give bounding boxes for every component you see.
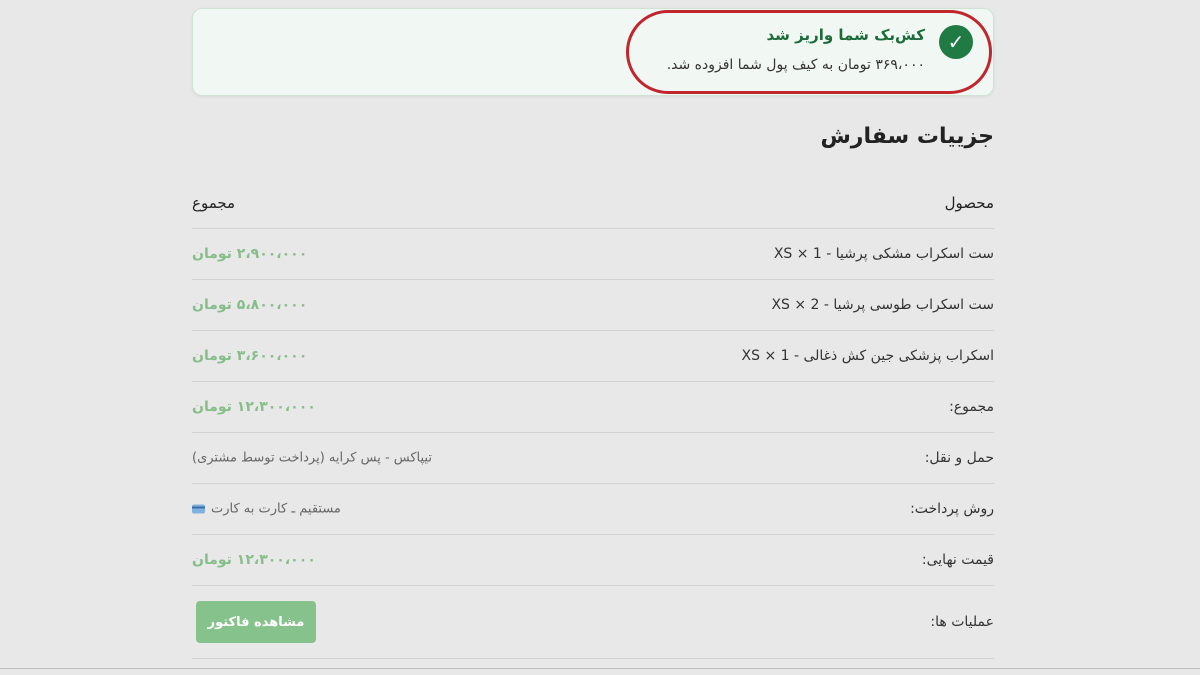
notice-highlight-ring: [626, 10, 992, 94]
final-price-value: ۱۲،۳۰۰،۰۰۰ تومان: [192, 552, 316, 568]
final-price-label: قیمت نهایی:: [921, 552, 994, 568]
subtotal-value: ۱۲،۳۰۰،۰۰۰ تومان: [192, 399, 316, 415]
product-name: ست اسکراب طوسی پرشیا - XS × 2: [771, 297, 994, 313]
payment-method-text: مستقیم ـ کارت به کارت: [211, 501, 341, 517]
notice-title: کش‌بک شما واریز شد: [766, 26, 925, 44]
payment-row: روش پرداخت: مستقیم ـ کارت به کارت: [192, 484, 994, 535]
table-row: ست اسکراب طوسی پرشیا - XS × 2 ۵،۸۰۰،۰۰۰ …: [192, 280, 994, 331]
view-invoice-button[interactable]: مشاهده فاکتور: [196, 601, 316, 643]
subtotal-label: مجموع:: [949, 399, 994, 415]
notice-message: ۳۶۹،۰۰۰ تومان به کیف پول شما افزوده شد.: [666, 57, 925, 73]
table-row: اسکراب پزشکی جین کش ذغالی - XS × 1 ۳،۶۰۰…: [192, 331, 994, 382]
header-total: مجموع: [192, 193, 236, 212]
shipping-row: حمل و نقل: تیپاکس - پس کرایه (پرداخت توس…: [192, 433, 994, 484]
table-row: ست اسکراب مشکی پرشیا - XS × 1 ۲،۹۰۰،۰۰۰ …: [192, 229, 994, 280]
actions-row: عملیات ها: مشاهده فاکتور: [192, 586, 994, 659]
actions-label: عملیات ها:: [930, 614, 994, 630]
subtotal-row: مجموع: ۱۲،۳۰۰،۰۰۰ تومان: [192, 382, 994, 433]
product-price: ۵،۸۰۰،۰۰۰ تومان: [192, 297, 308, 313]
product-name: ست اسکراب مشکی پرشیا - XS × 1: [773, 246, 994, 262]
shipping-label: حمل و نقل:: [924, 450, 994, 466]
check-icon: ✓: [939, 25, 973, 59]
header-product: محصول: [944, 193, 994, 212]
page-title: جزییات سفارش: [820, 124, 994, 149]
payment-value: مستقیم ـ کارت به کارت: [192, 502, 341, 517]
product-price: ۲،۹۰۰،۰۰۰ تومان: [192, 246, 308, 262]
page-divider: [0, 668, 1200, 669]
table-header-row: محصول مجموع: [192, 177, 994, 229]
order-details-page: ✓ کش‌بک شما واریز شد ۳۶۹،۰۰۰ تومان به کی…: [0, 0, 1200, 675]
shipping-value: تیپاکس - پس کرایه (پرداخت توسط مشتری): [192, 450, 432, 466]
final-price-row: قیمت نهایی: ۱۲،۳۰۰،۰۰۰ تومان: [192, 535, 994, 586]
credit-card-icon: [192, 504, 205, 514]
order-table: محصول مجموع ست اسکراب مشکی پرشیا - XS × …: [192, 177, 994, 659]
product-price: ۳،۶۰۰،۰۰۰ تومان: [192, 348, 308, 364]
payment-label: روش پرداخت:: [910, 501, 994, 517]
product-name: اسکراب پزشکی جین کش ذغالی - XS × 1: [741, 348, 994, 364]
